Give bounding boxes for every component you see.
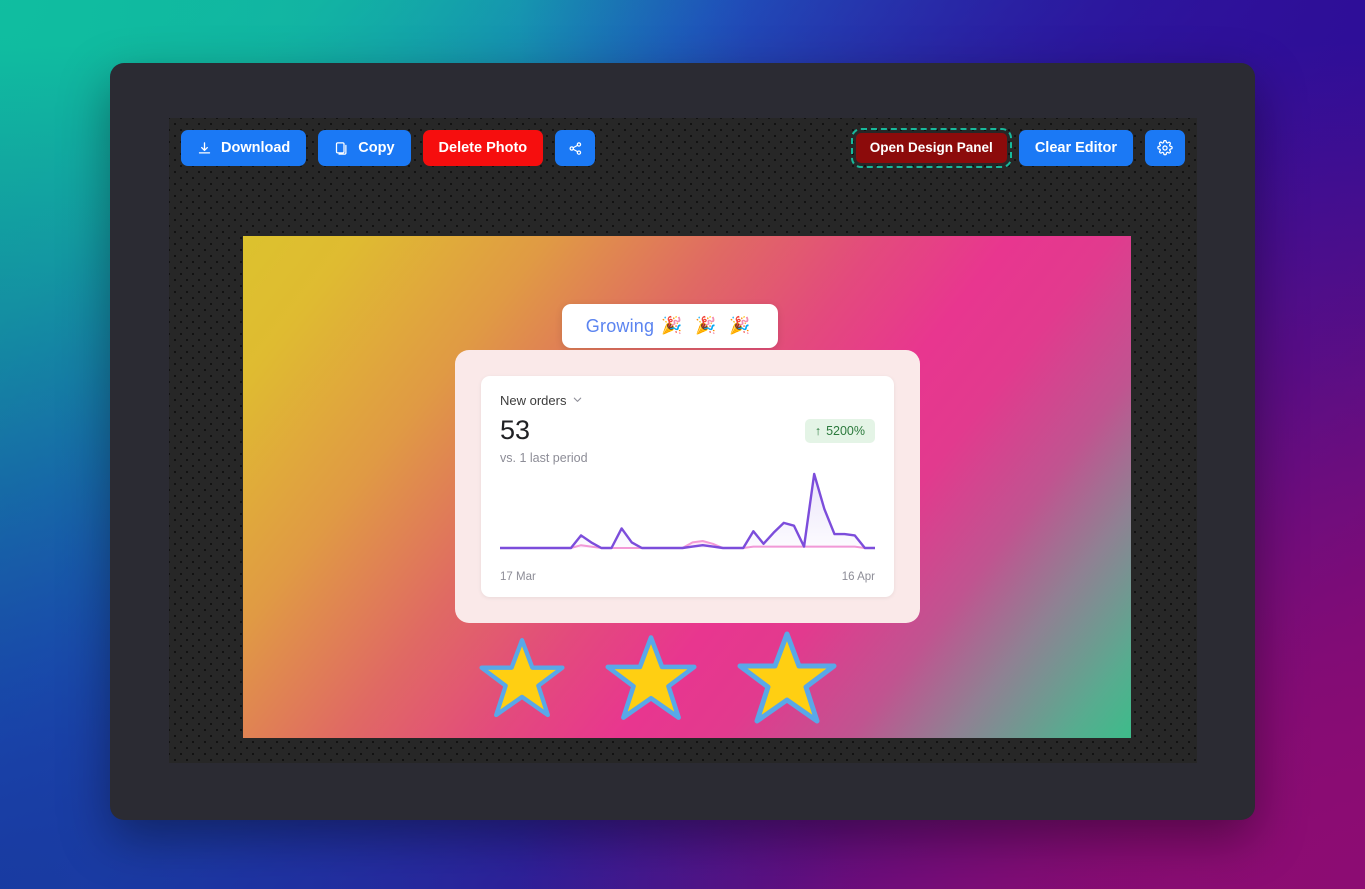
chevron-down-icon [572, 393, 583, 408]
editor-toolbar: Download Copy Delete Photo Open Design P… [169, 118, 1197, 178]
star-icon[interactable] [605, 633, 697, 728]
share-icon [568, 141, 583, 156]
copy-button-label: Copy [358, 139, 395, 156]
party-popper-icon: 🎉 🎉 🎉 [661, 316, 755, 335]
sparkline-svg [500, 472, 875, 550]
settings-button[interactable] [1145, 130, 1185, 166]
metric-card-frame[interactable]: New orders 53 ↑ 5200% vs. 1 last period … [455, 350, 920, 623]
growing-banner[interactable]: Growing 🎉 🎉 🎉 [562, 304, 778, 348]
metric-value: 53 [500, 415, 531, 445]
download-button-label: Download [221, 139, 291, 156]
status-badge: ↑ 5200% [804, 418, 875, 443]
metric-delta: 5200% [826, 423, 865, 438]
generated-photo[interactable]: Growing 🎉 🎉 🎉 New orders 53 ↑ 5200% vs. … [243, 236, 1131, 738]
delete-photo-button[interactable]: Delete Photo [422, 130, 544, 166]
download-button[interactable]: Download [181, 130, 307, 166]
chart-axis-labels: 17 Mar 16 Apr [500, 571, 875, 583]
share-button[interactable] [555, 130, 596, 166]
clear-editor-button[interactable]: Clear Editor [1018, 130, 1133, 166]
open-design-panel-button[interactable]: Open Design Panel [850, 128, 1012, 168]
gear-icon [1157, 140, 1173, 156]
download-icon [197, 141, 212, 156]
clear-editor-label: Clear Editor [1034, 139, 1117, 156]
toolbar-right-group: Open Design Panel Clear Editor [850, 128, 1185, 168]
metric-title-dropdown[interactable]: New orders [500, 393, 583, 408]
star-icon[interactable] [737, 629, 837, 732]
metric-header: New orders [481, 376, 894, 410]
growing-banner-label: Growing [585, 315, 655, 336]
metric-value-row: 53 ↑ 5200% [481, 410, 894, 446]
open-design-panel-label: Open Design Panel [869, 140, 993, 156]
star-icon[interactable] [479, 636, 565, 725]
app-window: Download Copy Delete Photo Open Design P… [110, 63, 1255, 820]
stars-row [479, 630, 899, 730]
copy-icon [334, 141, 349, 156]
metric-comparison: vs. 1 last period [500, 451, 588, 466]
metric-title-label: New orders [500, 393, 567, 408]
metric-card[interactable]: New orders 53 ↑ 5200% vs. 1 last period … [481, 376, 894, 597]
arrow-up-icon: ↑ [814, 423, 822, 438]
toolbar-left-group: Download Copy Delete Photo [181, 130, 596, 166]
sparkline-chart [500, 468, 875, 556]
copy-button[interactable]: Copy [318, 130, 411, 166]
axis-label-end: 16 Apr [841, 571, 875, 583]
axis-label-start: 17 Mar [500, 571, 536, 583]
delete-photo-button-label: Delete Photo [438, 139, 528, 156]
